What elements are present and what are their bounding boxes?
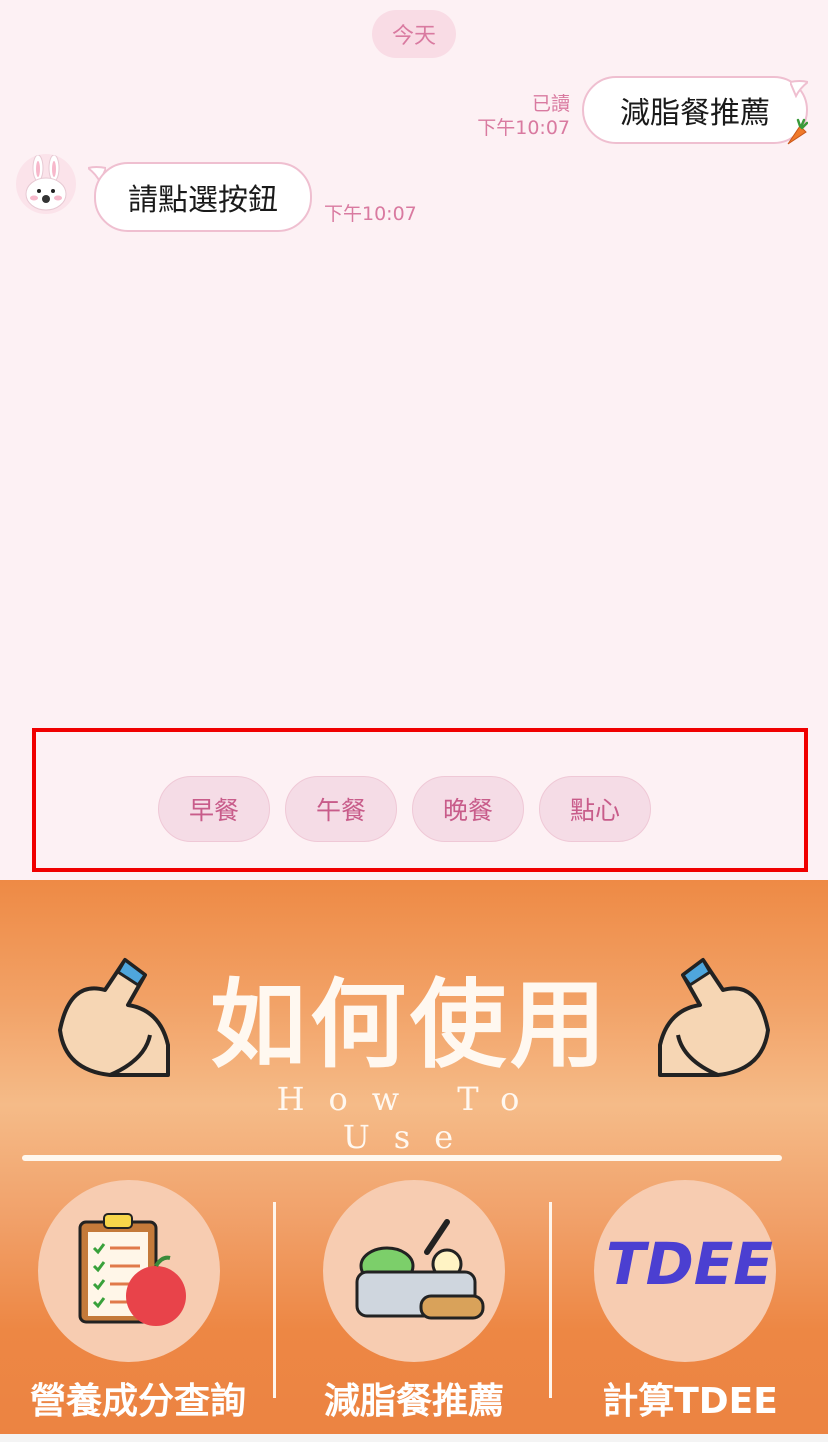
date-chip: 今天 — [372, 10, 456, 58]
bottom-bar — [0, 1434, 828, 1442]
bot-message-bubble[interactable]: 請點選按鈕 — [94, 162, 312, 232]
flexed-arm-icon — [58, 957, 170, 1077]
column-divider — [549, 1202, 552, 1398]
rabbit-avatar-icon — [25, 154, 67, 211]
bubble-tail-icon — [790, 80, 808, 98]
bot-avatar[interactable] — [16, 154, 76, 214]
quick-reply-lunch[interactable]: 午餐 — [285, 776, 397, 842]
quick-reply-dinner[interactable]: 晚餐 — [412, 776, 524, 842]
bot-message-time: 下午10:07 — [324, 203, 417, 225]
tdee-text-icon: TDEE — [606, 1230, 773, 1298]
user-message-bubble[interactable]: 減脂餐推薦 — [582, 76, 808, 144]
food-bowl-icon — [355, 1219, 485, 1320]
brush-divider — [22, 1155, 782, 1161]
rich-menu: 如何使用 How To Use 營養成分查詢 減脂餐推薦 TDEE 計算TDEE — [0, 880, 828, 1442]
flexed-arm-icon — [658, 957, 770, 1077]
menu-item-label: 計算TDEE — [602, 1381, 778, 1422]
user-message-time: 下午10:07 — [477, 117, 570, 139]
carrot-sticker-icon — [787, 118, 808, 145]
quick-reply-breakfast[interactable]: 早餐 — [158, 776, 270, 842]
column-divider — [273, 1202, 276, 1398]
clipboard-apple-icon — [78, 1213, 186, 1326]
meal-icon-circle — [323, 1180, 505, 1362]
read-receipt: 已讀 — [531, 93, 570, 115]
menu-item-label: 營養成分查詢 — [29, 1381, 246, 1422]
menu-subtitle: How To Use — [276, 1080, 544, 1156]
menu-item-label: 減脂餐推薦 — [323, 1381, 504, 1422]
menu-title: 如何使用 — [210, 969, 610, 1081]
quick-reply-snack[interactable]: 點心 — [539, 776, 651, 842]
nutrition-icon-circle — [38, 1180, 220, 1362]
